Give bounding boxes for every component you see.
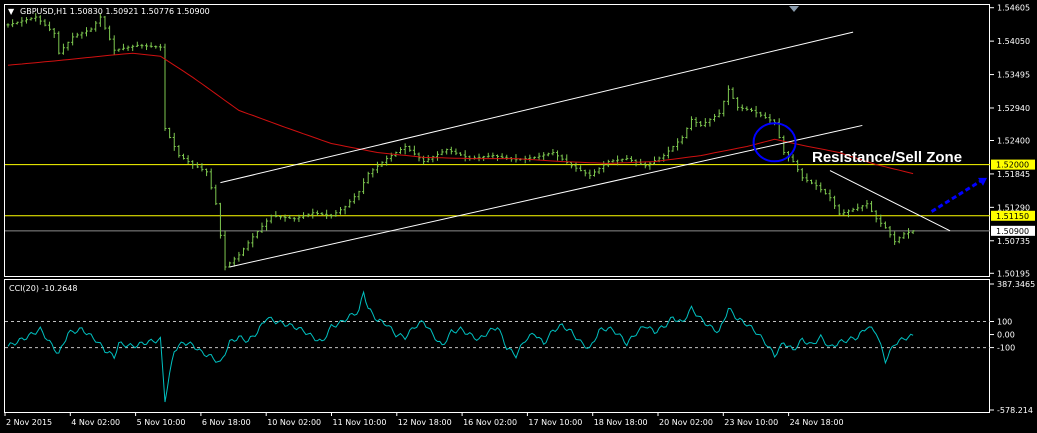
- price-tick-label: 1.52400: [997, 137, 1030, 146]
- chart-window: 1.54605 1.54050 1.53495 1.52940 1.52400 1.518…: [0, 0, 1037, 433]
- cci-title: CCI(20) -10.2648: [9, 284, 77, 293]
- time-tick-label: 4 Nov 02:00: [71, 418, 120, 427]
- cci-tick-label: 0.00: [997, 331, 1015, 340]
- cci-tick-label: -100: [997, 344, 1015, 353]
- price-tick-label: 1.54605: [997, 4, 1030, 13]
- price-tick-label: 1.50735: [997, 237, 1030, 246]
- time-tick-label: 16 Nov 02:00: [463, 418, 517, 427]
- cci-tick-label: 100: [997, 317, 1012, 326]
- time-tick-label: 5 Nov 10:00: [137, 418, 186, 427]
- level-tag-label: 1.51150: [996, 212, 1029, 221]
- time-tick-label: 11 Nov 10:00: [333, 418, 387, 427]
- time-tick-label: 6 Nov 18:00: [202, 418, 251, 427]
- price-tick-label: 1.50195: [997, 269, 1030, 278]
- price-tick-label: 1.52940: [997, 104, 1030, 113]
- time-tick-label: 23 Nov 10:00: [724, 418, 778, 427]
- level-tag-label: 1.52000: [996, 161, 1029, 170]
- time-tick-label: 12 Nov 18:00: [398, 418, 452, 427]
- cci-tick-label: 387.3465: [997, 280, 1035, 289]
- price-tick-label: 1.51845: [997, 170, 1030, 179]
- time-tick-label: 17 Nov 10:00: [528, 418, 582, 427]
- time-tick-label: 20 Nov 02:00: [659, 418, 713, 427]
- chart-title: GBPUSD,H1 1.50830 1.50921 1.50776 1.5090…: [20, 7, 210, 16]
- time-tick-label: 2 Nov 2015: [6, 418, 52, 427]
- time-tick-label: 10 Nov 02:00: [267, 418, 321, 427]
- chart-menu-icon[interactable]: ▼: [8, 7, 15, 16]
- cci-tick-label: -578.214: [997, 406, 1033, 415]
- time-tick-label: 24 Nov 18:00: [790, 418, 844, 427]
- annotation-text: Resistance/Sell Zone: [812, 149, 962, 166]
- price-tick-label: 1.54050: [997, 37, 1030, 46]
- time-tick-label: 18 Nov 18:00: [594, 418, 648, 427]
- level-tag-label: 1.50900: [996, 227, 1029, 236]
- price-tick-label: 1.53495: [997, 71, 1030, 80]
